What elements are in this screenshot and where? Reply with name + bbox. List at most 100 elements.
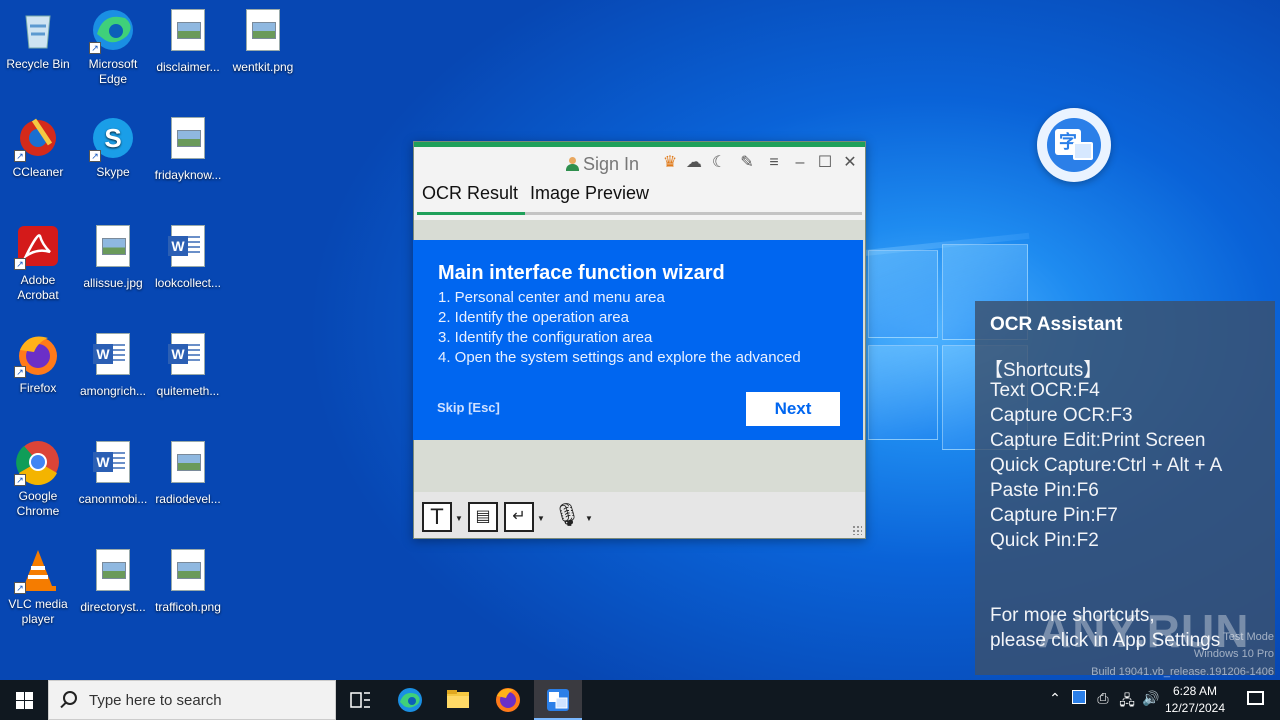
taskbar-edge[interactable] bbox=[386, 680, 434, 720]
shortcut-line: Capture OCR:F3 bbox=[990, 405, 1133, 426]
shortcut-line: Quick Pin:F2 bbox=[990, 530, 1099, 551]
taskbar-ocr-app[interactable] bbox=[534, 680, 582, 720]
task-view-icon bbox=[350, 692, 370, 708]
desktop-icon-canonmobi[interactable]: Wcanonmobi... bbox=[75, 438, 151, 507]
network-icon[interactable]: 🖧 bbox=[1116, 690, 1138, 714]
assistant-title: OCR Assistant bbox=[990, 314, 1123, 335]
chevron-down-icon[interactable]: ▼ bbox=[537, 514, 545, 523]
desktop-icon-trafficoh[interactable]: trafficoh.png bbox=[150, 546, 226, 615]
weather-icon[interactable]: ☁ bbox=[684, 153, 704, 173]
user-icon bbox=[566, 157, 579, 171]
shortcut-heading: 【Shortcuts】 bbox=[984, 360, 1103, 381]
shortcut-arrow-icon: ↗ bbox=[89, 42, 101, 54]
desktop-icon-vlc[interactable]: ↗ VLC media player bbox=[0, 546, 76, 627]
edge-icon bbox=[398, 688, 422, 712]
task-view-button[interactable] bbox=[336, 680, 384, 720]
maximize-icon[interactable]: ☐ bbox=[815, 153, 835, 173]
translate-float-icon[interactable]: 字 bbox=[1037, 108, 1111, 182]
desktop-icon-ccleaner[interactable]: ↗ CCleaner bbox=[0, 114, 76, 180]
sign-in-link[interactable]: Sign In bbox=[566, 154, 639, 175]
desktop-icon-wentkit[interactable]: wentkit.png bbox=[225, 6, 301, 75]
desktop-icon-google-chrome[interactable]: ↗ Google Chrome bbox=[0, 438, 76, 519]
desktop-icon-microsoft-edge[interactable]: ↗ Microsoft Edge bbox=[75, 6, 151, 87]
chevron-down-icon[interactable]: ▼ bbox=[455, 514, 463, 523]
wrap-text-button[interactable]: ↵ ▼ bbox=[504, 502, 546, 534]
edge-icon: ↗ bbox=[89, 6, 137, 54]
desktop-icon-label: Google Chrome bbox=[16, 489, 60, 518]
show-hidden-icons-button[interactable]: ⌃ bbox=[1044, 690, 1066, 707]
crown-icon[interactable]: ♛ bbox=[660, 153, 680, 173]
close-icon[interactable]: ✕ bbox=[840, 153, 860, 173]
desktop-icon-label: Firefox bbox=[19, 381, 57, 395]
desktop-icon-firefox[interactable]: ↗ Firefox bbox=[0, 330, 76, 396]
desktop-icon-amongrich[interactable]: Wamongrich... bbox=[75, 330, 151, 399]
word-document-icon: W bbox=[164, 333, 212, 381]
desktop-icon-label: allissue.jpg bbox=[83, 276, 143, 290]
word-document-icon: W bbox=[89, 441, 137, 489]
image-file-icon bbox=[164, 9, 212, 57]
pin-icon[interactable]: ✎ bbox=[737, 153, 757, 173]
taskbar: Type here to search ⌃ ⎙ 🖧 🔊 6:28 AM 12/2… bbox=[0, 680, 1280, 720]
desktop-icon-label: VLC media player bbox=[8, 597, 68, 626]
taskbar-search[interactable]: Type here to search bbox=[48, 680, 336, 720]
test-mode-text: Test Mode bbox=[1223, 631, 1274, 643]
desktop-icon-adobe-acrobat[interactable]: ↗ Adobe Acrobat bbox=[0, 222, 76, 303]
search-placeholder: Type here to search bbox=[89, 692, 222, 709]
image-file-icon bbox=[164, 117, 212, 165]
svg-text:S: S bbox=[104, 123, 121, 153]
skip-button[interactable]: Skip [Esc] bbox=[437, 400, 500, 415]
desktop-icon-recycle-bin[interactable]: Recycle Bin bbox=[0, 6, 76, 72]
tab-image-preview[interactable]: Image Preview bbox=[530, 183, 649, 204]
firefox-icon: ↗ bbox=[14, 330, 62, 378]
taskbar-file-explorer[interactable] bbox=[434, 680, 482, 720]
shortcut-arrow-icon: ↗ bbox=[14, 582, 26, 594]
taskbar-firefox[interactable] bbox=[484, 680, 532, 720]
desktop-icon-quitemeth[interactable]: Wquitemeth... bbox=[150, 330, 226, 399]
resize-grip-icon[interactable] bbox=[852, 525, 862, 535]
volume-icon[interactable]: 🔊 bbox=[1140, 690, 1162, 707]
clock-date: 12/27/2024 bbox=[1164, 701, 1226, 715]
desktop-icon-disclaimer[interactable]: disclaimer... bbox=[150, 6, 226, 75]
desktop-icon-lookcollect[interactable]: Wlookcollect... bbox=[150, 222, 226, 291]
text-format-button[interactable]: ▤ bbox=[468, 502, 500, 534]
next-button[interactable]: Next bbox=[746, 392, 840, 426]
desktop-icon-label: Recycle Bin bbox=[6, 57, 70, 71]
voice-button[interactable]: 🎙 ▼ bbox=[552, 502, 594, 534]
notification-icon bbox=[1247, 691, 1264, 705]
windows-edition-text: Windows 10 Pro bbox=[1193, 648, 1274, 660]
notification-center-button[interactable] bbox=[1232, 680, 1280, 720]
moon-icon[interactable]: ☾ bbox=[709, 153, 729, 173]
microphone-icon: 🎙 bbox=[553, 502, 581, 527]
desktop-icon-label: Microsoft Edge bbox=[88, 57, 138, 86]
tray-ocr-icon[interactable] bbox=[1068, 690, 1090, 707]
chevron-down-icon[interactable]: ▼ bbox=[585, 514, 593, 523]
image-file-icon bbox=[239, 9, 287, 57]
tray-device-icon[interactable]: ⎙ bbox=[1092, 690, 1114, 707]
taskbar-clock[interactable]: 6:28 AM 12/27/2024 bbox=[1160, 683, 1230, 717]
firefox-icon bbox=[496, 688, 520, 712]
vlc-icon: ↗ bbox=[14, 546, 62, 594]
desktop-icon-fridayknow[interactable]: fridayknow... bbox=[150, 114, 226, 183]
window-titlebar: Sign In ♛ ☁ ☾ ✎ ≡ – ☐ ✕ bbox=[414, 147, 865, 179]
ccleaner-icon: ↗ bbox=[14, 114, 62, 162]
desktop-icon-allissue[interactable]: allissue.jpg bbox=[75, 222, 151, 291]
tab-ocr-result[interactable]: OCR Result bbox=[422, 183, 518, 204]
desktop-icon-label: canonmobi... bbox=[78, 492, 148, 506]
shortcut-line: Capture Pin:F7 bbox=[990, 505, 1118, 526]
recycle-icon bbox=[14, 6, 62, 54]
desktop-icon-skype[interactable]: S ↗ Skype bbox=[75, 114, 151, 180]
desktop-icon-directoryst[interactable]: directoryst... bbox=[75, 546, 151, 615]
desktop-icon-label: disclaimer... bbox=[156, 60, 220, 74]
desktop-icon-label: Skype bbox=[96, 165, 130, 179]
tab-underline bbox=[417, 212, 862, 215]
text-block-icon: ▤ bbox=[468, 502, 498, 532]
desktop-icon-label: Adobe Acrobat bbox=[17, 273, 59, 302]
minimize-icon[interactable]: – bbox=[790, 153, 810, 173]
desktop-icon-label: fridayknow... bbox=[154, 168, 222, 182]
menu-icon[interactable]: ≡ bbox=[764, 153, 784, 173]
desktop-icon-radiodevel[interactable]: radiodevel... bbox=[150, 438, 226, 507]
start-button[interactable] bbox=[0, 680, 48, 720]
desktop-icon-label: CCleaner bbox=[12, 165, 64, 179]
text-ocr-button[interactable]: T ▼ bbox=[422, 502, 464, 534]
folder-icon bbox=[447, 690, 469, 708]
